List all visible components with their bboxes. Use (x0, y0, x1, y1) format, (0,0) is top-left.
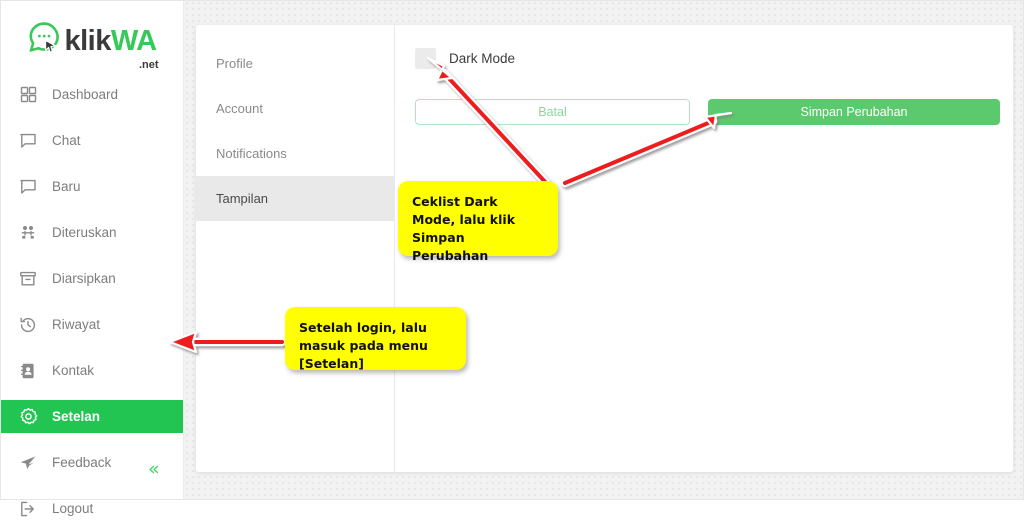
dark-mode-row: Dark Mode (415, 47, 1000, 69)
settings-submenu: Profile Account Notifications Tampilan (196, 25, 395, 472)
sidebar-collapse-button[interactable]: « (148, 460, 160, 479)
dark-mode-label: Dark Mode (449, 50, 516, 66)
sidebar-item-chat[interactable]: Chat (0, 124, 183, 157)
users-icon (18, 223, 38, 243)
submenu-item-notifications[interactable]: Notifications (196, 131, 394, 176)
submenu-item-label: Notifications (216, 146, 287, 161)
submenu-item-account[interactable]: Account (196, 86, 394, 131)
sidebar-item-kontak[interactable]: Kontak (0, 354, 183, 387)
sidebar-item-label: Riwayat (52, 317, 101, 332)
contact-book-icon (18, 361, 38, 381)
sidebar-item-diarsipkan[interactable]: Diarsipkan (0, 262, 183, 295)
sidebar-item-label: Logout (52, 501, 94, 516)
sidebar-item-label: Dashboard (52, 87, 119, 102)
submenu-item-tampilan[interactable]: Tampilan (196, 176, 394, 221)
sidebar-item-label: Diteruskan (52, 225, 117, 240)
save-button[interactable]: Simpan Perubahan (708, 99, 1000, 125)
sidebar-item-logout[interactable]: Logout (0, 492, 183, 525)
sidebar: klikWA .net Dashboard Chat Baru Diterusk… (0, 0, 184, 516)
sidebar-item-label: Chat (52, 133, 81, 148)
sidebar-item-riwayat[interactable]: Riwayat (0, 308, 183, 341)
sidebar-item-setelan[interactable]: Setelan (0, 400, 183, 433)
whatsapp-cursor-bubble-icon (26, 20, 62, 56)
chat-bubble-icon (18, 177, 38, 197)
cancel-button[interactable]: Batal (415, 99, 690, 125)
sidebar-item-label: Diarsipkan (52, 271, 116, 286)
sidebar-item-label: Feedback (52, 455, 112, 470)
sidebar-item-label: Baru (52, 179, 81, 194)
sidebar-item-dashboard[interactable]: Dashboard (0, 78, 183, 111)
settings-actions: Batal Simpan Perubahan (415, 99, 1000, 125)
brand-name-secondary: WA (110, 25, 157, 57)
submenu-item-label: Account (216, 101, 263, 116)
sidebar-item-diteruskan[interactable]: Diteruskan (0, 216, 183, 249)
settings-card: Profile Account Notifications Tampilan D… (196, 25, 1013, 472)
brand-name-primary: klik (64, 25, 111, 57)
submenu-item-profile[interactable]: Profile (196, 41, 394, 86)
brand-logo[interactable]: klikWA .net (0, 0, 183, 72)
sidebar-item-label: Setelan (52, 409, 101, 424)
archive-icon (18, 269, 38, 289)
grid-icon (18, 85, 38, 105)
sidebar-item-label: Kontak (52, 363, 95, 378)
settings-panel: Dark Mode Batal Simpan Perubahan (395, 25, 1013, 472)
submenu-item-label: Tampilan (216, 191, 269, 206)
brand-tld: .net (138, 59, 159, 71)
chat-bubble-icon (18, 131, 38, 151)
sidebar-item-baru[interactable]: Baru (0, 170, 183, 203)
dark-mode-checkbox[interactable] (415, 47, 436, 69)
content-area: Profile Account Notifications Tampilan D… (184, 0, 1024, 500)
history-icon (18, 315, 38, 335)
gear-icon (18, 407, 38, 427)
sign-out-icon (18, 499, 38, 519)
submenu-item-label: Profile (216, 56, 253, 71)
paper-plane-icon (18, 453, 38, 473)
